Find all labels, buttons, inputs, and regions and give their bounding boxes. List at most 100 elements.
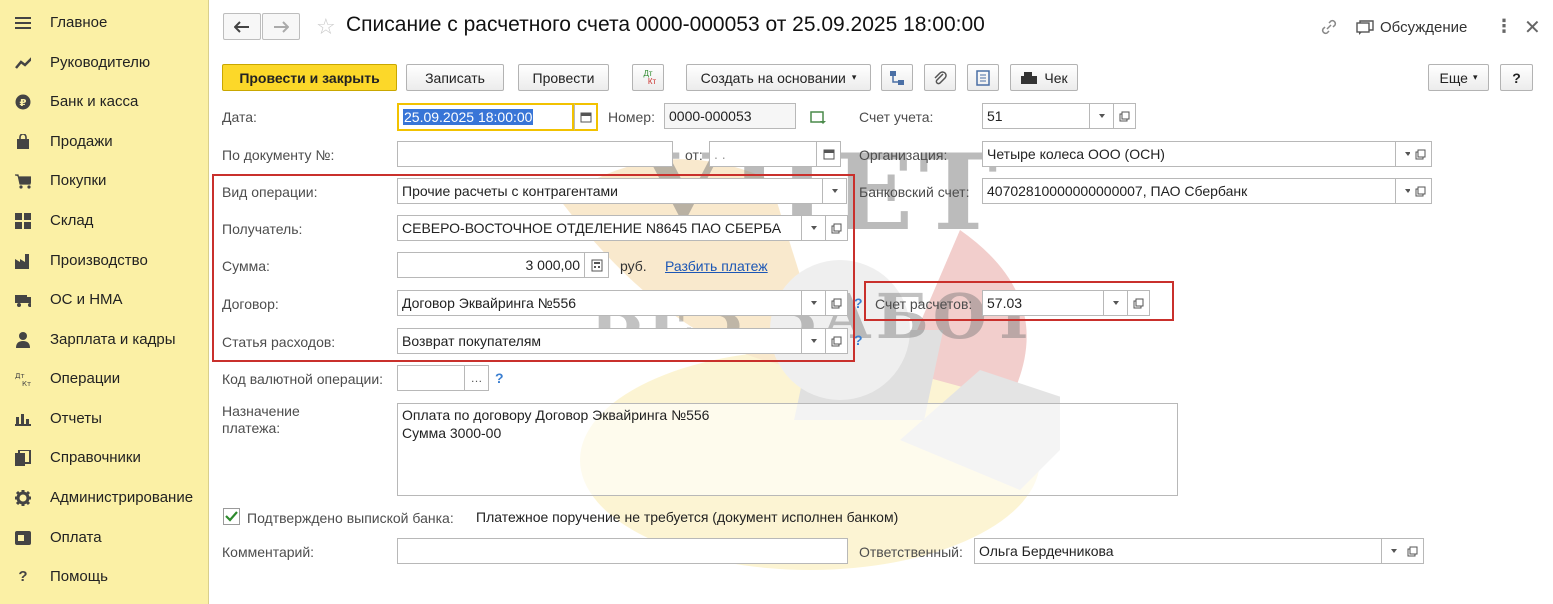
date-picker-button[interactable] (574, 103, 598, 131)
doc-number-field[interactable] (397, 141, 673, 167)
contract-label: Договор: (222, 296, 279, 312)
shopping-cart-icon (15, 173, 31, 189)
account-dropdown-button[interactable] (1090, 103, 1114, 129)
expense-item-label: Статья расходов: (222, 334, 336, 350)
recipient-dropdown-button[interactable] (802, 215, 826, 241)
comment-field[interactable] (397, 538, 848, 564)
bar-chart-icon (15, 411, 31, 427)
more-vertical-icon[interactable]: ⋮ (1495, 16, 1513, 37)
sidebar-item-sales[interactable]: Продажи (0, 122, 209, 161)
triangle-down-icon (810, 301, 817, 305)
bank-account-field[interactable]: 40702810000000000007, ПАО Сбербанк (982, 178, 1396, 204)
edit-number-icon[interactable] (810, 109, 828, 125)
sidebar-item-payment[interactable]: Оплата (0, 518, 209, 557)
sidebar-item-production[interactable]: Производство (0, 241, 209, 280)
factory-icon (15, 253, 31, 269)
save-button[interactable]: Записать (406, 64, 504, 91)
back-button[interactable] (223, 13, 261, 40)
sidebar-item-label: Операции (50, 370, 121, 387)
structure-button[interactable] (881, 64, 913, 91)
confirmed-checkbox[interactable] (223, 508, 240, 525)
create-based-on-button[interactable]: Создать на основании ▾ (686, 64, 871, 91)
purpose-textarea[interactable]: Оплата по договору Договор Эквайринга №5… (397, 403, 1178, 496)
sidebar-item-salary[interactable]: Зарплата и кадры (0, 320, 209, 359)
sidebar-item-main[interactable]: Главное (0, 3, 209, 42)
report-button[interactable] (967, 64, 999, 91)
link-icon[interactable] (1320, 18, 1338, 36)
sidebar: Главное Руководителю ₽ Банк и касса Прод… (0, 0, 209, 604)
sidebar-item-label: Руководителю (50, 54, 151, 71)
sidebar-item-operations[interactable]: Дт Кт Операции (0, 359, 209, 398)
contract-help-icon[interactable]: ? (854, 295, 863, 311)
sum-value: 3 000,00 (525, 257, 581, 273)
bank-account-open-button[interactable] (1410, 178, 1432, 204)
number-field[interactable]: 0000-000053 (664, 103, 796, 129)
expense-item-open-button[interactable] (826, 328, 848, 354)
help-button[interactable]: ? (1500, 64, 1533, 91)
contract-open-button[interactable] (826, 290, 848, 316)
forward-button[interactable] (262, 13, 300, 40)
sidebar-item-manager[interactable]: Руководителю (0, 43, 209, 82)
from-date-picker-button[interactable] (817, 141, 841, 167)
dt-kt-icon: Дт Кт (15, 371, 31, 387)
open-window-icon (1119, 111, 1130, 121)
calculator-button[interactable] (585, 252, 609, 278)
responsible-open-button[interactable] (1402, 538, 1424, 564)
sum-field[interactable]: 3 000,00 (397, 252, 585, 278)
more-actions-button[interactable]: Еще ▾ (1428, 64, 1489, 91)
currency-operation-field[interactable] (397, 365, 465, 391)
split-payment-link[interactable]: Разбить платеж (665, 258, 768, 274)
close-icon[interactable]: ✕ (1524, 15, 1541, 40)
discussion-button[interactable]: Обсуждение (1356, 19, 1467, 36)
sidebar-item-assets[interactable]: ОС и НМА (0, 280, 209, 319)
sidebar-item-bank[interactable]: ₽ Банк и касса (0, 82, 209, 121)
attach-files-button[interactable] (924, 64, 956, 91)
purpose-label-line2: платежа: (222, 420, 281, 436)
expense-item-dropdown-button[interactable] (802, 328, 826, 354)
from-date-value: . . (714, 146, 726, 162)
sidebar-item-help[interactable]: ? Помощь (0, 557, 209, 596)
from-date-field[interactable]: . . (709, 141, 817, 167)
responsible-label: Ответственный: (859, 544, 963, 560)
currency-operation-select-button[interactable]: … (465, 365, 489, 391)
open-window-icon (831, 336, 842, 346)
expense-item-field[interactable]: Возврат покупателям (397, 328, 802, 354)
number-label: Номер: (608, 109, 655, 125)
expense-help-icon[interactable]: ? (854, 332, 863, 348)
recipient-open-button[interactable] (826, 215, 848, 241)
ruble-coin-icon: ₽ (15, 94, 31, 110)
sidebar-item-purchases[interactable]: Покупки (0, 161, 209, 200)
arrow-right-icon (274, 20, 289, 33)
sidebar-item-reports[interactable]: Отчеты (0, 399, 209, 438)
settlement-account-field[interactable]: 57.03 (982, 290, 1104, 316)
favorite-star-icon[interactable]: ☆ (316, 14, 336, 40)
responsible-field[interactable]: Ольга Бердечникова (974, 538, 1382, 564)
settlement-account-open-button[interactable] (1128, 290, 1150, 316)
organization-open-button[interactable] (1410, 141, 1432, 167)
contract-dropdown-button[interactable] (802, 290, 826, 316)
receipt-button[interactable]: Чек (1010, 64, 1078, 91)
settlement-account-dropdown-button[interactable] (1104, 290, 1128, 316)
organization-field[interactable]: Четыре колеса ООО (ОСН) (982, 141, 1396, 167)
date-field[interactable]: 25.09.2025 18:00:00 (397, 103, 574, 131)
arrow-left-icon (234, 20, 249, 33)
contract-field[interactable]: Договор Эквайринга №556 (397, 290, 802, 316)
currency-operation-help-icon[interactable]: ? (495, 370, 504, 386)
account-open-button[interactable] (1114, 103, 1136, 129)
account-field[interactable]: 51 (982, 103, 1090, 129)
operation-type-field[interactable]: Прочие расчеты с контрагентами (397, 178, 823, 204)
triangle-down-icon (810, 226, 817, 230)
recipient-field[interactable]: СЕВЕРО-ВОСТОЧНОЕ ОТДЕЛЕНИЕ N8645 ПАО СБЕ… (397, 215, 802, 241)
create-based-on-label: Создать на основании (700, 69, 846, 86)
checkmark-icon (225, 511, 238, 522)
sidebar-item-admin[interactable]: Администрирование (0, 478, 209, 517)
sidebar-item-warehouse[interactable]: Склад (0, 201, 209, 240)
sidebar-item-directories[interactable]: Справочники (0, 438, 209, 477)
doc-number-label: По документу №: (222, 147, 335, 163)
open-window-icon (831, 223, 842, 233)
bank-account-value: 40702810000000000007, ПАО Сбербанк (987, 183, 1248, 199)
dt-kt-button[interactable]: Дт Кт (632, 64, 664, 91)
operation-type-dropdown-button[interactable] (823, 178, 847, 204)
post-button[interactable]: Провести (518, 64, 609, 91)
post-and-close-button[interactable]: Провести и закрыть (222, 64, 397, 91)
